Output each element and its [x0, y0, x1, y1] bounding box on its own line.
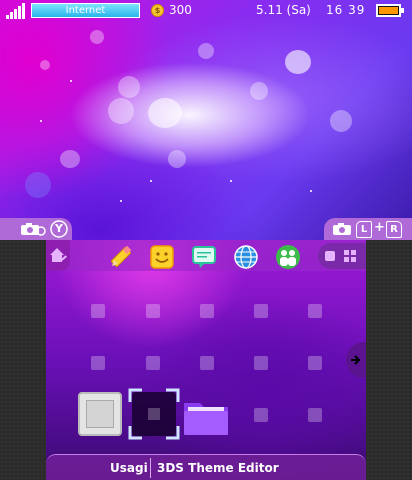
empty-slot[interactable] [200, 304, 214, 318]
bokeh-light [90, 30, 104, 44]
bokeh-light [285, 50, 311, 74]
empty-slot[interactable] [254, 304, 268, 318]
pencil-icon[interactable] [108, 244, 134, 270]
friends-icon[interactable] [275, 244, 301, 270]
bottom-screen: Usagi 3DS Theme Editor [46, 240, 366, 480]
bokeh-light [40, 60, 50, 70]
scroll-right-button[interactable] [346, 342, 366, 378]
sparkle [120, 200, 122, 202]
empty-slot[interactable] [254, 408, 268, 422]
sparkle [40, 120, 42, 122]
sparkle [70, 80, 72, 82]
empty-slot[interactable] [146, 304, 160, 318]
folder-icon[interactable] [182, 397, 230, 437]
battery-icon [376, 4, 404, 17]
app-info-bar: Usagi 3DS Theme Editor [46, 454, 366, 480]
empty-slot[interactable] [91, 356, 105, 370]
home-toolbar [46, 240, 366, 271]
grid-view-icon[interactable] [344, 250, 356, 262]
plus-label: + [374, 220, 385, 235]
r-button-label: R [386, 221, 402, 238]
bokeh-light [250, 82, 268, 100]
empty-slot[interactable] [91, 304, 105, 318]
signal-strength-icon [6, 3, 28, 19]
empty-slot[interactable] [254, 356, 268, 370]
right-border-pattern [366, 240, 412, 480]
bokeh-light [25, 172, 51, 198]
status-bar: Internet $ 300 5.11 (Sa) 16 39 [0, 0, 412, 22]
bokeh-light [198, 43, 214, 59]
network-status-label: Internet [31, 3, 140, 18]
smiley-icon[interactable] [149, 244, 175, 270]
empty-slot[interactable] [308, 304, 322, 318]
empty-slot[interactable] [146, 356, 160, 370]
cursor-brackets-icon [128, 388, 180, 440]
camera-icon [21, 223, 46, 236]
bokeh-light [60, 150, 80, 168]
sparkle [230, 180, 232, 182]
left-border-pattern [0, 240, 46, 480]
sparkle [150, 180, 152, 182]
bokeh-light [330, 110, 352, 132]
app-title-label: 3DS Theme Editor [157, 461, 279, 475]
game-card-app[interactable] [78, 392, 122, 436]
screenshot-shortcut-tab[interactable]: L + R [324, 218, 412, 240]
empty-slot[interactable] [308, 408, 322, 422]
view-options [318, 243, 366, 269]
time-label: 16 39 [326, 3, 366, 17]
bokeh-light [118, 76, 140, 98]
top-screen: Internet $ 300 5.11 (Sa) 16 39 Y L + R [0, 0, 412, 240]
divider [150, 458, 151, 478]
selection-cursor[interactable] [128, 388, 180, 440]
bokeh-light [148, 98, 182, 128]
sparkle [310, 190, 312, 192]
empty-slot[interactable] [200, 356, 214, 370]
app-author-label: Usagi [110, 461, 148, 475]
arrow-right-icon [351, 355, 361, 365]
speech-bubble-icon[interactable] [191, 244, 217, 270]
globe-icon[interactable] [233, 244, 259, 270]
empty-slot[interactable] [308, 356, 322, 370]
bokeh-light [108, 98, 134, 124]
y-button-label: Y [55, 222, 63, 235]
home-settings-button[interactable] [46, 240, 70, 271]
l-button-label: L [356, 221, 372, 238]
play-coin-count: 300 [169, 3, 192, 17]
camera-icon [333, 223, 351, 235]
camera-shortcut-tab[interactable]: Y [0, 218, 72, 240]
play-coin-icon: $ [151, 4, 164, 17]
single-view-icon[interactable] [324, 250, 336, 262]
home-settings-icon [50, 248, 67, 262]
date-label: 5.11 (Sa) [256, 3, 311, 17]
bokeh-light [168, 150, 186, 168]
